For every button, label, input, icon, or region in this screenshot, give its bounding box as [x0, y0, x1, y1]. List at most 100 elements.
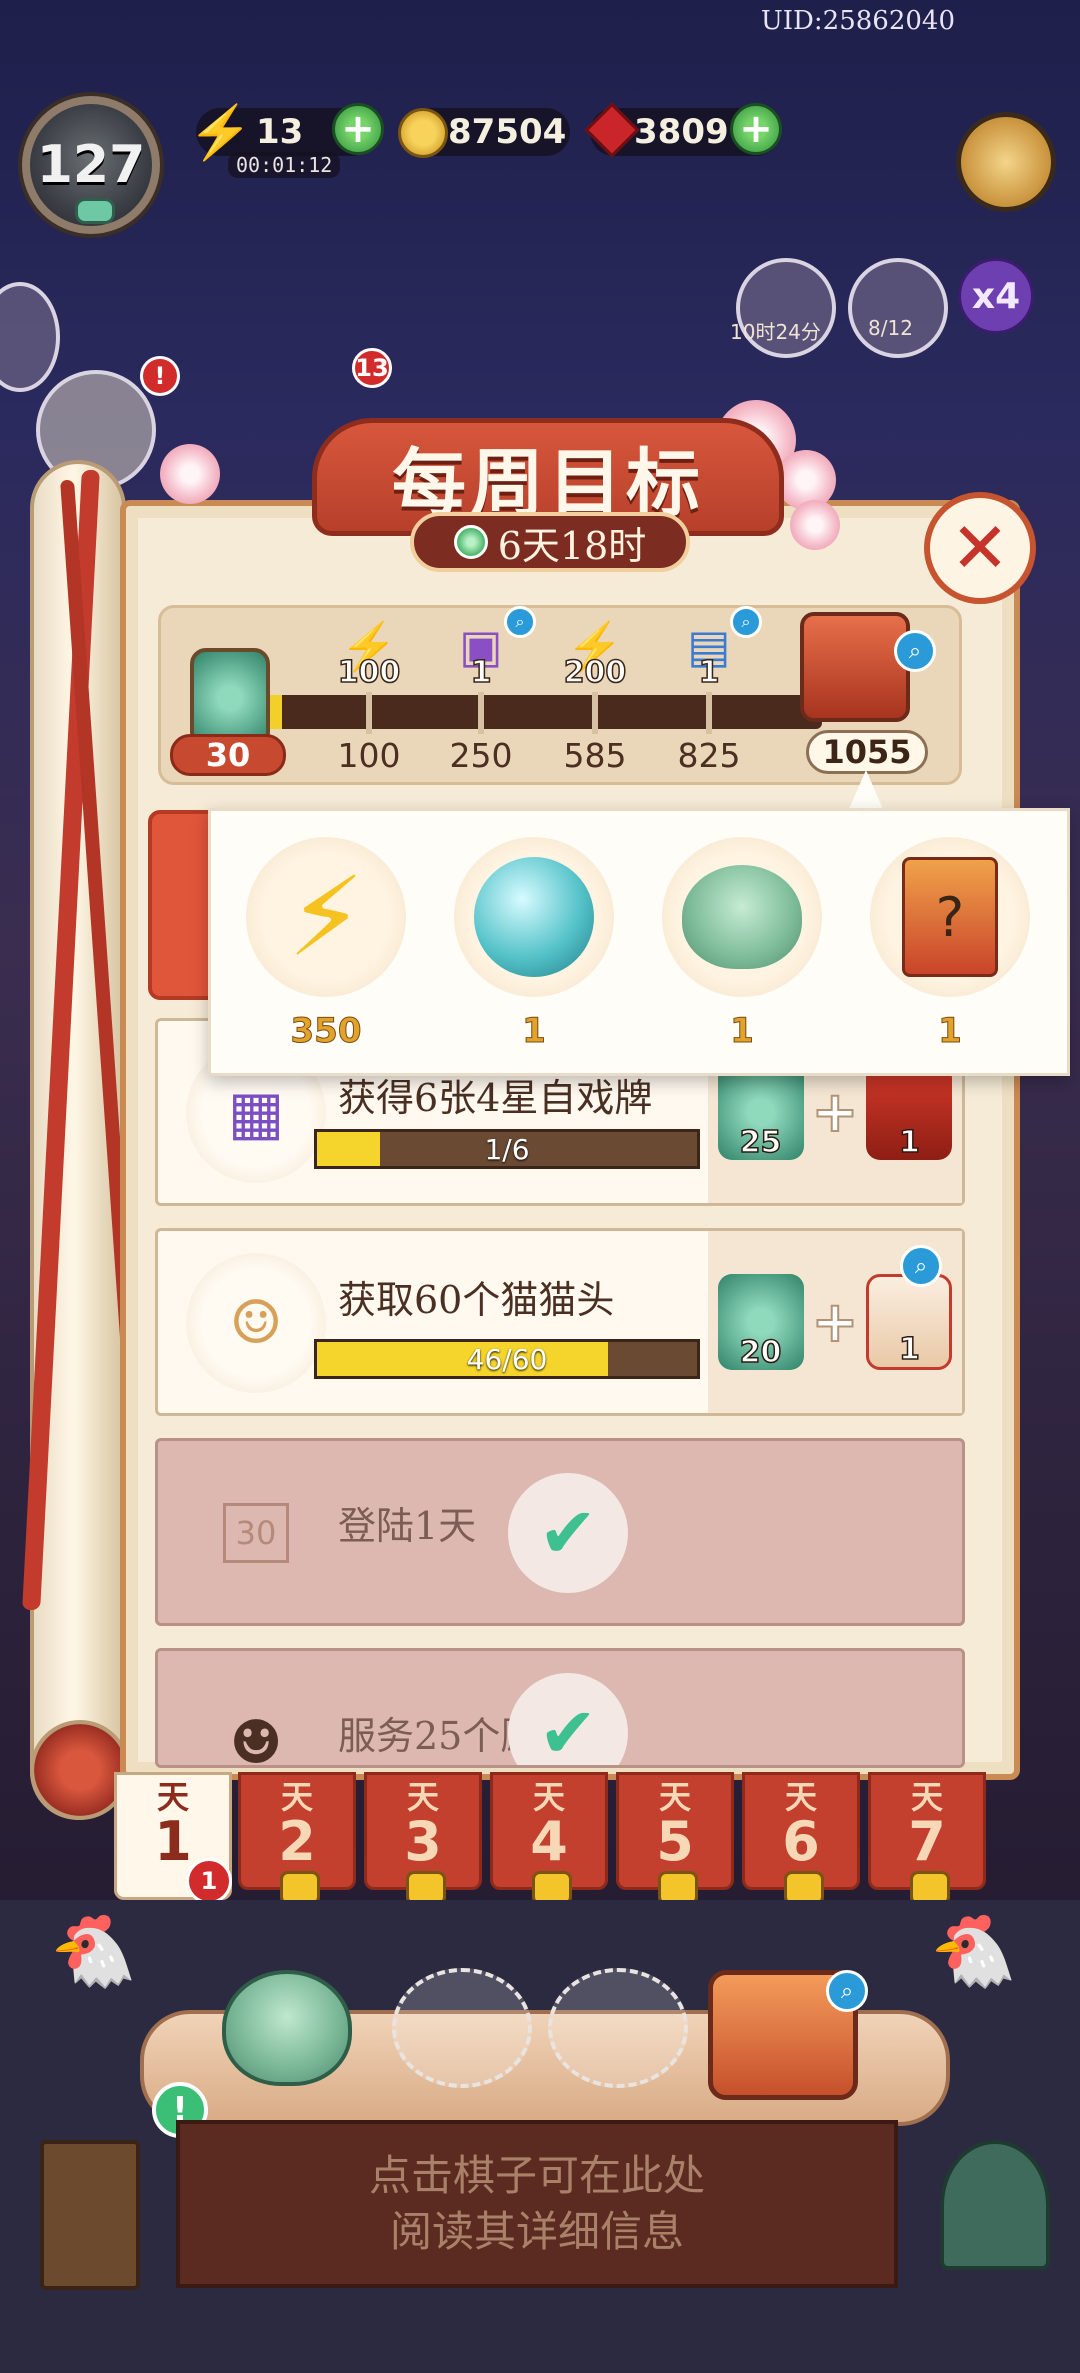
day-tab-number: 7	[908, 1810, 946, 1873]
pavilion-icon[interactable]	[940, 2140, 1050, 2270]
jade-cat-icon[interactable]	[222, 1970, 352, 2086]
milestone-points: 100	[337, 736, 401, 775]
left-side-event-button[interactable]	[0, 282, 60, 392]
reward-tooltip: ⚡ 350 1 1 ? 1	[208, 808, 1070, 1076]
coin-value: 87504	[448, 112, 567, 152]
close-button[interactable]: ✕	[924, 492, 1036, 604]
milestone-reward-count: 1	[698, 654, 720, 691]
task-progress-bar: 46/60	[314, 1339, 700, 1379]
tooltip-item: ? 1	[865, 837, 1035, 1067]
day-tab-5[interactable]: 天5	[616, 1772, 734, 1905]
reward-count: 20	[739, 1334, 782, 1371]
tooltip-item-count: 350	[290, 1011, 362, 1052]
current-points: 30	[170, 734, 286, 776]
treasure-bowl-button[interactable]	[956, 112, 1056, 212]
notification-badge: !	[140, 356, 180, 396]
task-title: 获取60个猫猫头	[338, 1278, 615, 1322]
progress-bar	[262, 695, 822, 729]
bolt-icon: ⚡	[246, 837, 406, 997]
item-info-box: 点击棋子可在此处 阅读其详细信息	[176, 2120, 898, 2288]
tooltip-item: ⚡ 350	[241, 837, 411, 1067]
day-tab-4[interactable]: 天4	[490, 1772, 608, 1905]
tooltip-item-count: 1	[522, 1011, 547, 1052]
day-tab-2[interactable]: 天2	[238, 1772, 356, 1905]
calendar-day: 30	[222, 1503, 290, 1563]
plus-icon: +	[811, 1079, 860, 1146]
day-tab-number: 2	[278, 1810, 316, 1873]
task-card-completed: 30 登陆1天 ✔	[155, 1438, 965, 1626]
empty-slot	[548, 1968, 688, 2088]
cat-head-icon: ☺	[186, 1253, 326, 1393]
level-gem-icon	[75, 198, 115, 224]
red-gift-box-icon: 1	[866, 1064, 953, 1161]
speed-multiplier-button[interactable]: x4	[958, 258, 1034, 334]
cat-event-progress: 8/12	[868, 316, 913, 340]
task-progress-text: 46/60	[466, 1342, 548, 1376]
magnify-icon: ⌕	[730, 606, 762, 638]
cat-event-button[interactable]	[848, 258, 948, 358]
energy-value: 13	[256, 112, 304, 152]
tooltip-item-count: 1	[938, 1011, 963, 1052]
info-text-line: 点击棋子可在此处	[368, 2151, 705, 2200]
add-gems-button[interactable]: +	[730, 103, 782, 155]
coin-icon	[398, 108, 448, 158]
milestone-tick	[706, 692, 712, 734]
leaf-drop-icon	[453, 525, 488, 559]
plus-icon: +	[811, 1289, 860, 1356]
check-icon: ✔	[508, 1473, 628, 1593]
milestone-tick	[478, 692, 484, 734]
day-tab-6[interactable]: 天6	[742, 1772, 860, 1905]
final-reward-chest[interactable]	[800, 612, 910, 722]
day-tab-number: 1	[154, 1810, 192, 1873]
tooltip-item: 1	[449, 837, 619, 1067]
milestone-reward-count: 100	[337, 654, 401, 691]
milestone-reward-1[interactable]: ⚡ 100	[329, 620, 409, 692]
check-icon: ✔	[508, 1673, 628, 1765]
tooltip-item: 1	[657, 837, 827, 1067]
magnify-icon: ⌕	[504, 606, 536, 638]
magnify-icon[interactable]: ⌕	[826, 1970, 868, 2012]
milestone-points: 825	[677, 736, 741, 775]
level-number: 127	[36, 135, 146, 195]
day-tab-number: 4	[530, 1810, 568, 1873]
time-remaining: 6天18时	[410, 512, 690, 572]
chicken-icon[interactable]: 🐔	[50, 1910, 137, 1993]
add-energy-button[interactable]: +	[332, 103, 384, 155]
day-tab-number: 5	[656, 1810, 694, 1873]
mystery-cards-icon: ?	[870, 837, 1030, 997]
magnify-icon: ⌕	[900, 1245, 942, 1287]
milestone-reward-3[interactable]: ⚡ 200	[555, 620, 635, 692]
task-card-completed: ☻ 服务25个顾客 ✔	[155, 1648, 965, 1768]
day-tab-7[interactable]: 天7	[868, 1772, 986, 1905]
energy-timer: 00:01:12	[228, 152, 341, 178]
task-title: 登陆1天	[338, 1504, 477, 1548]
final-milestone-points: 1055	[806, 730, 928, 774]
jade-medal-icon: 20	[717, 1274, 804, 1371]
cabinet-icon[interactable]	[40, 2140, 140, 2290]
time-remaining-text: 6天18时	[497, 523, 647, 568]
task-progress-bar: 1/6	[314, 1129, 700, 1169]
milestone-reward-count: 1	[470, 654, 492, 691]
jade-medal-icon	[190, 648, 270, 748]
silver-ticket-icon: 1	[866, 1274, 953, 1370]
milestone-reward-count: 200	[563, 654, 627, 691]
calendar-icon: 30	[186, 1463, 326, 1603]
reward-count: 25	[739, 1124, 782, 1161]
tooltip-item-count: 1	[730, 1011, 755, 1052]
milestone-points: 250	[449, 736, 513, 775]
girl-customer-icon: ☻	[229, 1708, 283, 1768]
uid-label: UID:25862040	[760, 6, 955, 36]
task-progress-text: 1/6	[484, 1132, 530, 1166]
jade-medal-icon: 25	[717, 1064, 804, 1161]
day-tab-number: 6	[782, 1810, 820, 1873]
cherry-blossom-icon	[160, 444, 220, 504]
day-badge: 1	[186, 1858, 232, 1904]
jade-cat-icon	[662, 837, 822, 997]
cherry-blossom-icon	[790, 500, 840, 550]
info-text-line: 阅读其详细信息	[389, 2207, 684, 2256]
jade-orb-icon	[454, 837, 614, 997]
milestone-tick	[592, 692, 598, 734]
day-tab-3[interactable]: 天3	[364, 1772, 482, 1905]
reward-count: 1	[898, 1331, 920, 1368]
chicken-icon[interactable]: 🐔	[930, 1910, 1017, 1993]
